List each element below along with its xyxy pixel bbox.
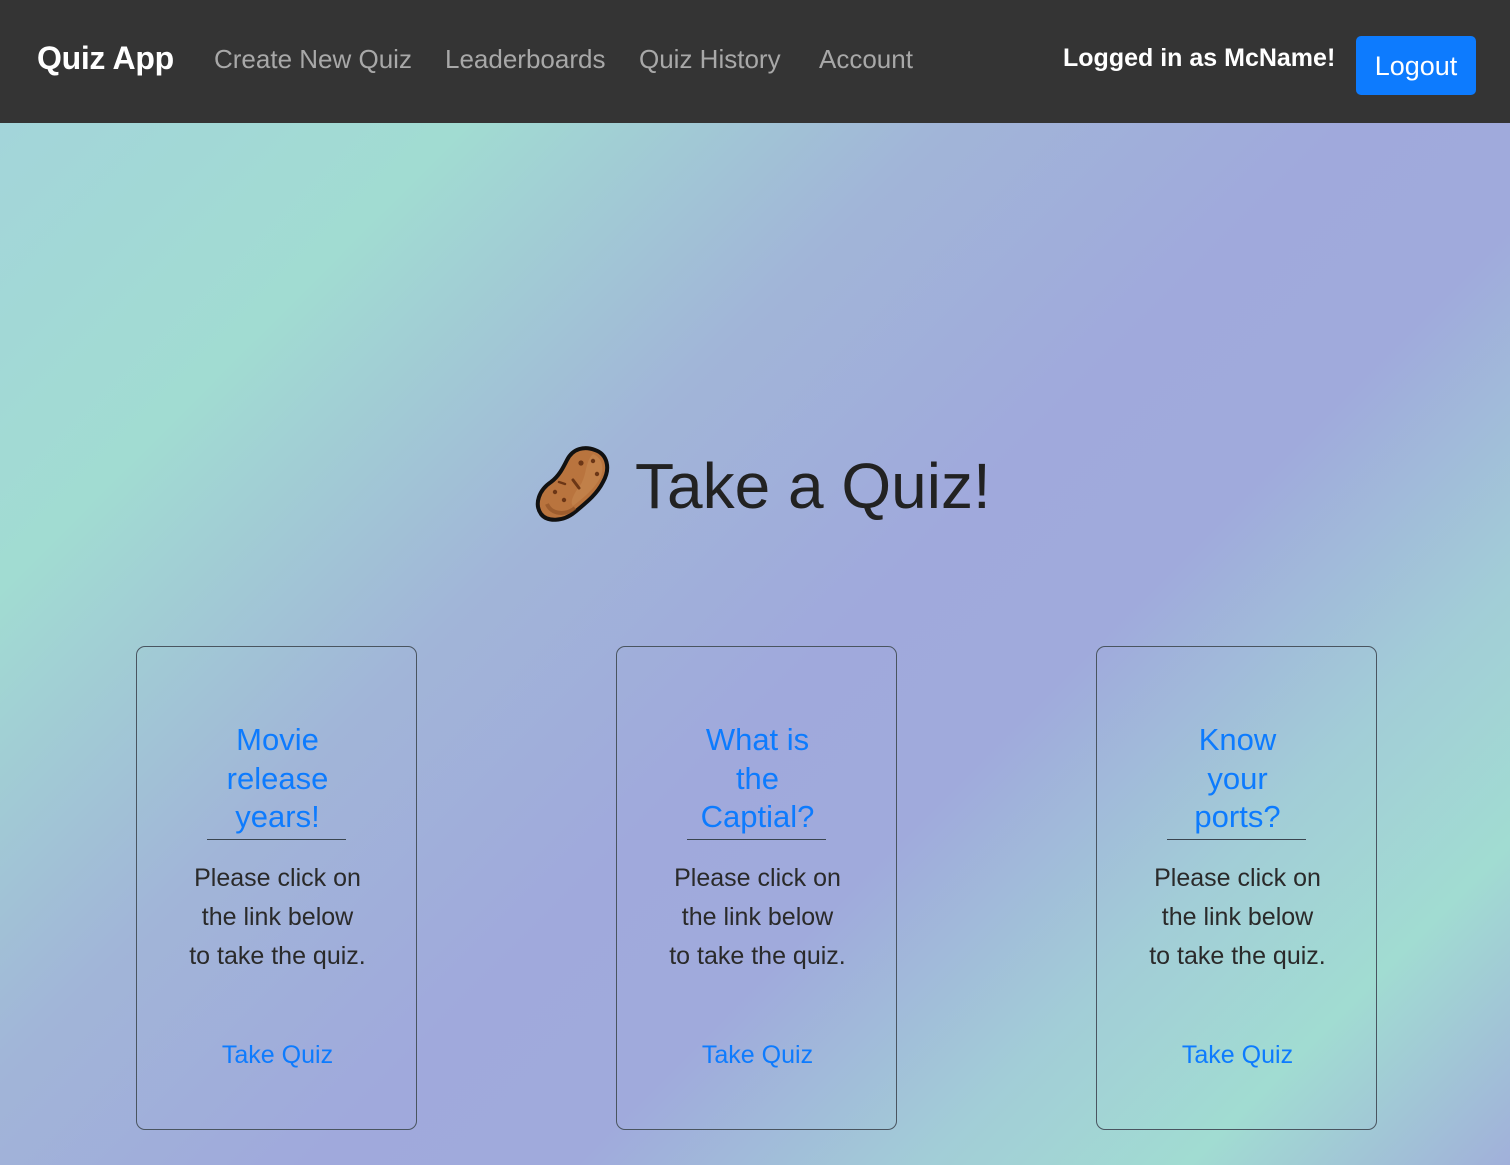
- quiz-card: Know your ports? Please click on the lin…: [1096, 646, 1377, 1130]
- quiz-card-title[interactable]: Know your ports?: [1097, 721, 1378, 837]
- take-quiz-link[interactable]: Take Quiz: [617, 1041, 898, 1070]
- potato-icon: [535, 444, 635, 527]
- quiz-card-title[interactable]: Movie release years!: [137, 721, 418, 837]
- nav-link-quiz-history[interactable]: Quiz History: [639, 44, 781, 75]
- quiz-card-description: Please click on the link below to take t…: [1149, 864, 1326, 970]
- brand-logo[interactable]: Quiz App: [37, 40, 174, 77]
- card-divider: [207, 839, 346, 840]
- quiz-card-title[interactable]: What is the Captial?: [617, 721, 898, 837]
- take-quiz-link[interactable]: Take Quiz: [137, 1041, 418, 1070]
- top-navbar: Quiz App Create New Quiz Leaderboards Qu…: [0, 0, 1510, 123]
- quiz-card: Movie release years! Please click on the…: [136, 646, 417, 1130]
- hero-heading: Take a Quiz!: [535, 444, 991, 527]
- logout-button[interactable]: Logout: [1356, 36, 1476, 95]
- page-title: Take a Quiz!: [635, 449, 991, 522]
- logged-in-status: Logged in as McName!: [1063, 44, 1336, 72]
- take-quiz-link[interactable]: Take Quiz: [1097, 1041, 1378, 1070]
- quiz-card-description: Please click on the link below to take t…: [669, 864, 846, 970]
- card-divider: [1167, 839, 1306, 840]
- nav-link-create-new-quiz[interactable]: Create New Quiz: [214, 44, 412, 75]
- nav-link-leaderboards[interactable]: Leaderboards: [445, 44, 605, 75]
- quiz-card: What is the Captial? Please click on the…: [616, 646, 897, 1130]
- nav-link-account[interactable]: Account: [819, 44, 913, 75]
- quiz-card-description: Please click on the link below to take t…: [189, 864, 366, 970]
- card-divider: [687, 839, 826, 840]
